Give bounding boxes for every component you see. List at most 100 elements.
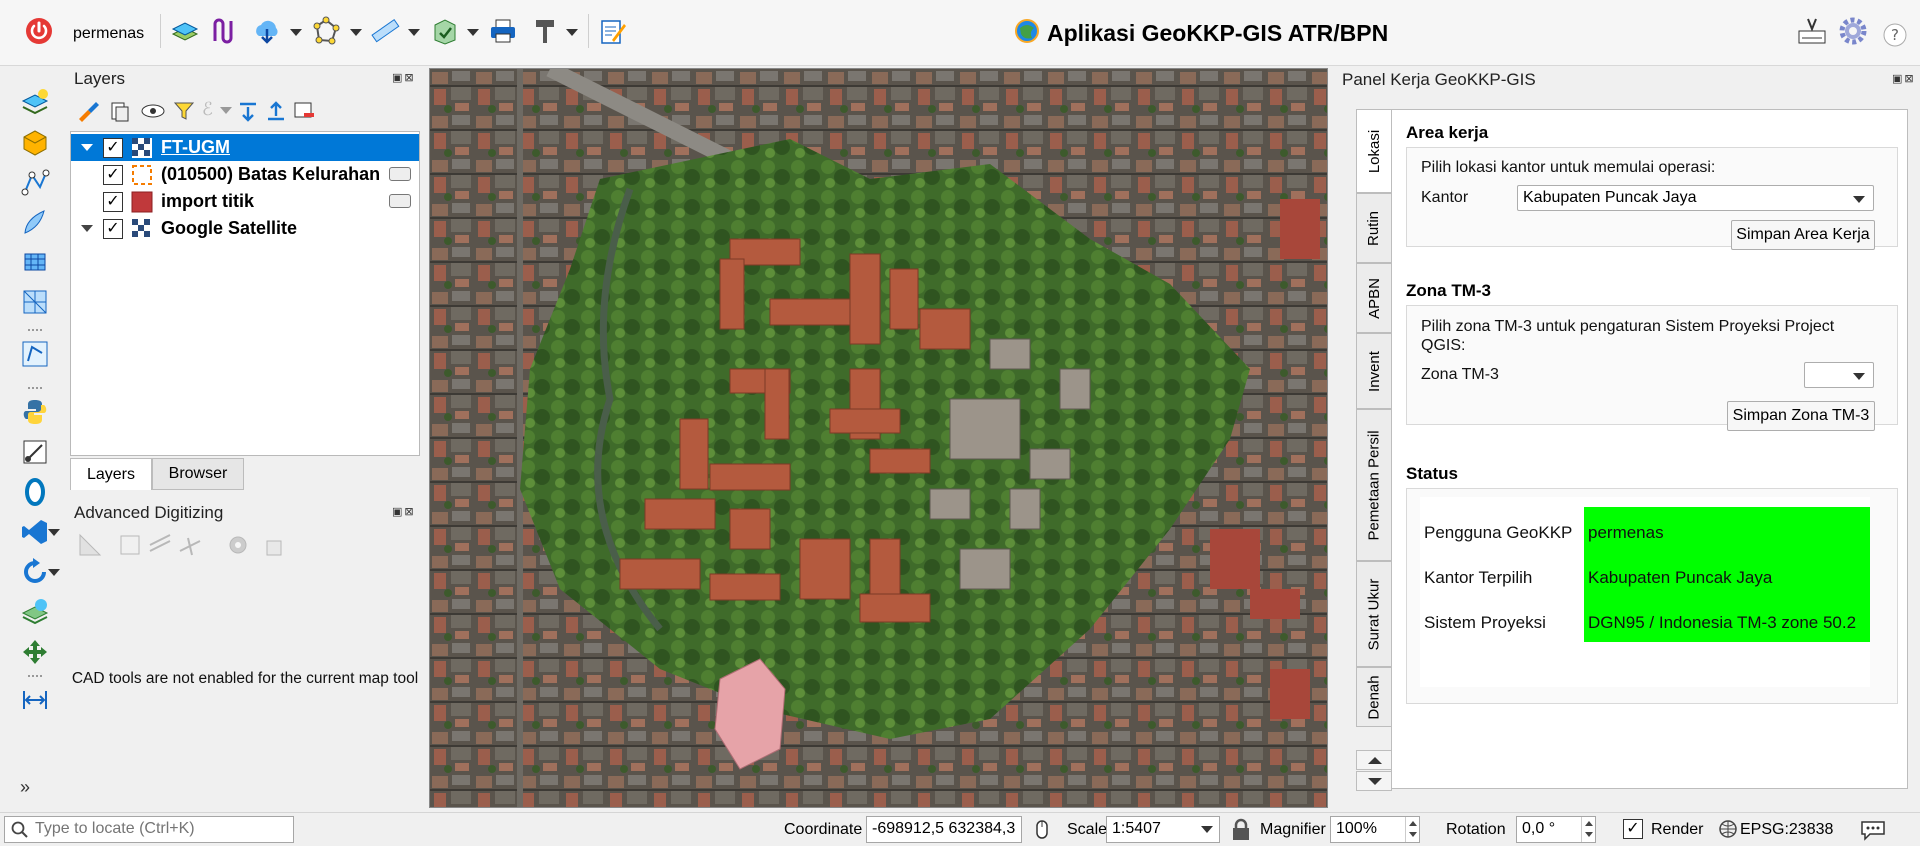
tabs-scroll-down-icon[interactable] xyxy=(1356,771,1392,791)
map-canvas[interactable] xyxy=(429,68,1328,808)
cad-construction-icon[interactable] xyxy=(118,533,142,561)
new-layer-icon[interactable] xyxy=(18,85,52,119)
print-icon[interactable] xyxy=(486,14,520,48)
layer-visibility-checkbox[interactable]: ✓ xyxy=(103,164,123,185)
filter-icon[interactable] xyxy=(172,99,196,127)
dock-float-close-icon[interactable]: ▣⊠ xyxy=(1892,72,1916,85)
tab-layers[interactable]: Layers xyxy=(70,458,152,490)
render-label: Render xyxy=(1651,821,1704,838)
measure-ruler-icon[interactable] xyxy=(368,14,402,48)
move-feature-icon[interactable] xyxy=(18,635,52,669)
cad-angle-icon[interactable] xyxy=(78,533,102,561)
layer-row-google-satellite[interactable]: ✓ Google Satellite xyxy=(71,215,419,242)
tabs-scroll-up-icon[interactable] xyxy=(1356,750,1392,770)
dock-float-close-icon[interactable]: ▣⊠ xyxy=(392,505,416,518)
gps-tracker-icon[interactable] xyxy=(18,475,52,509)
layer-row-batas-kelurahan[interactable]: ✓ (010500) Batas Kelurahan xyxy=(71,161,419,188)
topology-icon[interactable] xyxy=(208,14,242,48)
expand-caret-icon[interactable] xyxy=(81,144,93,151)
cloud-download-icon[interactable] xyxy=(250,14,284,48)
expression-filter-icon[interactable]: ℰ xyxy=(202,99,213,120)
toolbar-grip xyxy=(28,675,42,678)
cad-settings-gear-icon[interactable] xyxy=(226,533,250,561)
layer-row-import-titik[interactable]: ✓ import titik xyxy=(71,188,419,215)
layer-visibility-checkbox[interactable]: ✓ xyxy=(103,137,123,158)
tab-browser[interactable]: Browser xyxy=(152,458,244,490)
refresh-dropdown[interactable] xyxy=(48,569,60,576)
more-tools-chevron-icon[interactable]: » xyxy=(20,777,30,798)
measure-dropdown[interactable] xyxy=(408,29,420,36)
hammer-dropdown[interactable] xyxy=(566,29,578,36)
vs-code-dropdown[interactable] xyxy=(48,529,60,536)
cloud-download-dropdown[interactable] xyxy=(290,29,302,36)
georeferencer-icon[interactable] xyxy=(18,435,52,469)
zona-select[interactable] xyxy=(1804,362,1874,388)
polygon-dropdown[interactable] xyxy=(350,29,362,36)
messages-icon[interactable] xyxy=(1860,819,1886,845)
rotation-field[interactable]: 0,0 ° xyxy=(1516,816,1596,843)
vertex-line-icon[interactable] xyxy=(18,165,52,199)
layer-row-ft-ugm[interactable]: ✓ FT-UGM xyxy=(71,134,419,161)
layer-visibility-checkbox[interactable]: ✓ xyxy=(103,191,123,212)
crs-globe-icon[interactable] xyxy=(1718,819,1738,843)
help-icon[interactable]: ? xyxy=(1880,20,1910,50)
tab-rutin[interactable]: Rutin xyxy=(1356,193,1392,263)
simpan-area-kerja-button[interactable]: Simpan Area Kerja xyxy=(1731,220,1875,250)
tab-apbn[interactable]: APBN xyxy=(1356,263,1392,333)
kantor-select[interactable]: Kabupaten Puncak Jaya xyxy=(1517,185,1874,211)
refresh-icon[interactable] xyxy=(18,555,52,589)
tab-invent[interactable]: Invent xyxy=(1356,333,1392,409)
topology-check-icon[interactable] xyxy=(18,337,52,371)
magnifier-field[interactable]: 100% xyxy=(1330,816,1420,843)
grid-processing-icon[interactable] xyxy=(18,245,52,279)
svg-text:?: ? xyxy=(1891,26,1899,44)
measure-width-icon[interactable] xyxy=(18,683,52,717)
power-icon[interactable] xyxy=(22,14,56,48)
rotation-spinner[interactable] xyxy=(1581,817,1595,842)
validate-package-icon[interactable] xyxy=(428,14,462,48)
chevron-down-icon xyxy=(1853,196,1865,203)
add-group-icon[interactable] xyxy=(108,99,132,127)
tab-lokasi[interactable]: Lokasi xyxy=(1356,109,1392,193)
cad-float-icon[interactable] xyxy=(264,533,288,561)
main-toolbar: permenas Aplikasi GeoKKP-GIS ATR/BPN ? xyxy=(0,0,1920,66)
collapse-all-icon[interactable] xyxy=(264,99,288,127)
layer-visibility-checkbox[interactable]: ✓ xyxy=(103,218,123,239)
dock-float-close-icon[interactable]: ▣⊠ xyxy=(392,71,416,84)
cad-perpendicular-icon[interactable] xyxy=(178,533,202,561)
simpan-zona-button[interactable]: Simpan Zona TM-3 xyxy=(1727,401,1875,431)
expand-all-icon[interactable] xyxy=(236,99,260,127)
validate-dropdown[interactable] xyxy=(467,29,479,36)
locator-search[interactable] xyxy=(4,816,294,843)
magnifier-spinner[interactable] xyxy=(1405,817,1419,842)
python-console-icon[interactable] xyxy=(18,395,52,429)
database-layer-icon[interactable] xyxy=(18,125,52,159)
crs-label[interactable]: EPSG:23838 xyxy=(1740,821,1833,839)
layers-stack-icon[interactable] xyxy=(168,14,202,48)
scale-field[interactable]: 1:5407 xyxy=(1106,816,1220,843)
visibility-eye-icon[interactable] xyxy=(140,99,166,127)
fishnet-grid-icon[interactable] xyxy=(18,285,52,319)
coordinate-field[interactable]: -698912,5 632384,3 xyxy=(866,816,1022,843)
polygon-vertex-icon[interactable] xyxy=(309,14,343,48)
tab-pemetaan-persil[interactable]: Pemetaan Persil xyxy=(1356,409,1392,561)
edit-notes-icon[interactable] xyxy=(596,14,630,48)
style-paint-icon[interactable] xyxy=(76,99,100,127)
settings-gear-icon[interactable] xyxy=(1836,14,1870,48)
tab-denah[interactable]: Denah xyxy=(1356,667,1392,727)
remove-layer-icon[interactable] xyxy=(292,99,316,127)
add-layer-icon[interactable] xyxy=(18,595,52,629)
layout-designer-icon[interactable] xyxy=(1795,14,1829,48)
vs-code-icon[interactable] xyxy=(18,515,52,549)
lock-scale-icon[interactable] xyxy=(1230,818,1252,846)
digitize-pen-icon[interactable] xyxy=(18,205,52,239)
locator-input[interactable] xyxy=(35,820,285,838)
toggle-extents-mouse-icon[interactable] xyxy=(1030,818,1054,846)
cad-parallel-icon[interactable] xyxy=(148,533,172,561)
expand-caret-icon[interactable] xyxy=(81,225,93,232)
expression-dropdown[interactable] xyxy=(220,107,232,114)
hammer-icon[interactable] xyxy=(528,14,562,48)
tab-surat-ukur[interactable]: Surat Ukur xyxy=(1356,561,1392,667)
satellite-imagery xyxy=(430,69,1327,807)
render-checkbox[interactable]: ✓ xyxy=(1623,819,1643,839)
